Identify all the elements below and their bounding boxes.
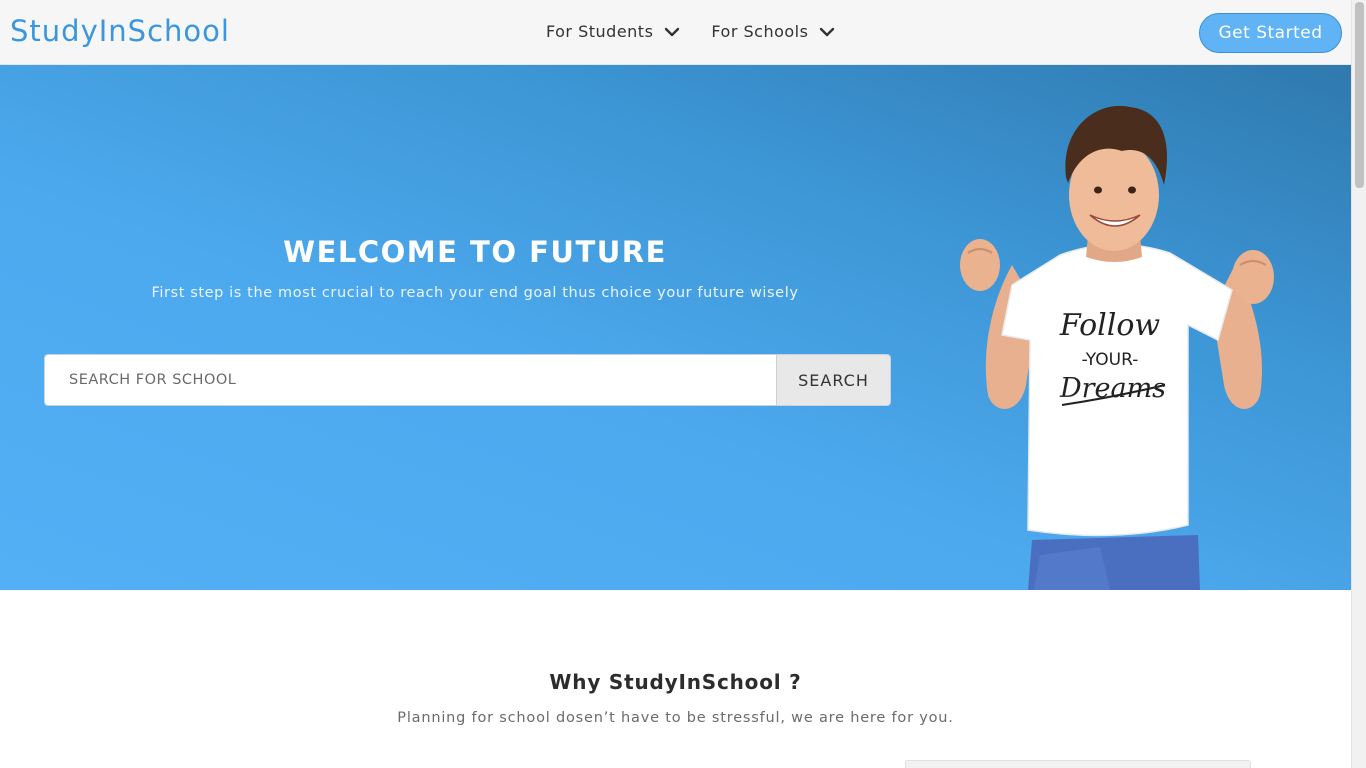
svg-text:Follow: Follow (1059, 308, 1160, 343)
nav-item-for-schools[interactable]: For Schools (711, 22, 836, 41)
nav-item-label: For Schools (711, 22, 809, 41)
section-title: Why StudyInSchool ? (549, 670, 802, 694)
hero-subtitle: First step is the most crucial to reach … (151, 285, 799, 301)
hero-boy-image: Follow -YOUR- Dreams (960, 105, 1274, 590)
navbar: StudyInSchool For Students For Schools G… (0, 0, 1351, 65)
chevron-down-icon (665, 27, 680, 36)
school-search-input[interactable] (45, 355, 776, 405)
section-subtitle: Planning for school dosen’t have to be s… (397, 710, 954, 726)
brand-logo[interactable]: StudyInSchool (10, 14, 230, 48)
nav-item-label: For Students (546, 22, 654, 41)
school-search-bar: SEARCH (45, 355, 890, 405)
nav-menu: For Students For Schools (546, 22, 836, 41)
scrollbar-thumb[interactable] (1355, 2, 1364, 188)
page: StudyInSchool For Students For Schools G… (0, 0, 1366, 768)
search-button[interactable]: SEARCH (776, 355, 890, 405)
hero-title: WELCOME TO FUTURE (283, 235, 667, 269)
feature-card (905, 760, 1251, 768)
page-scrollbar[interactable] (1351, 0, 1366, 768)
hero-banner: WELCOME TO FUTURE First step is the most… (0, 65, 1351, 590)
nav-item-for-students[interactable]: For Students (546, 22, 681, 41)
svg-text:-YOUR-: -YOUR- (1082, 350, 1139, 370)
chevron-down-icon (820, 27, 835, 36)
get-started-button[interactable]: Get Started (1199, 13, 1342, 53)
